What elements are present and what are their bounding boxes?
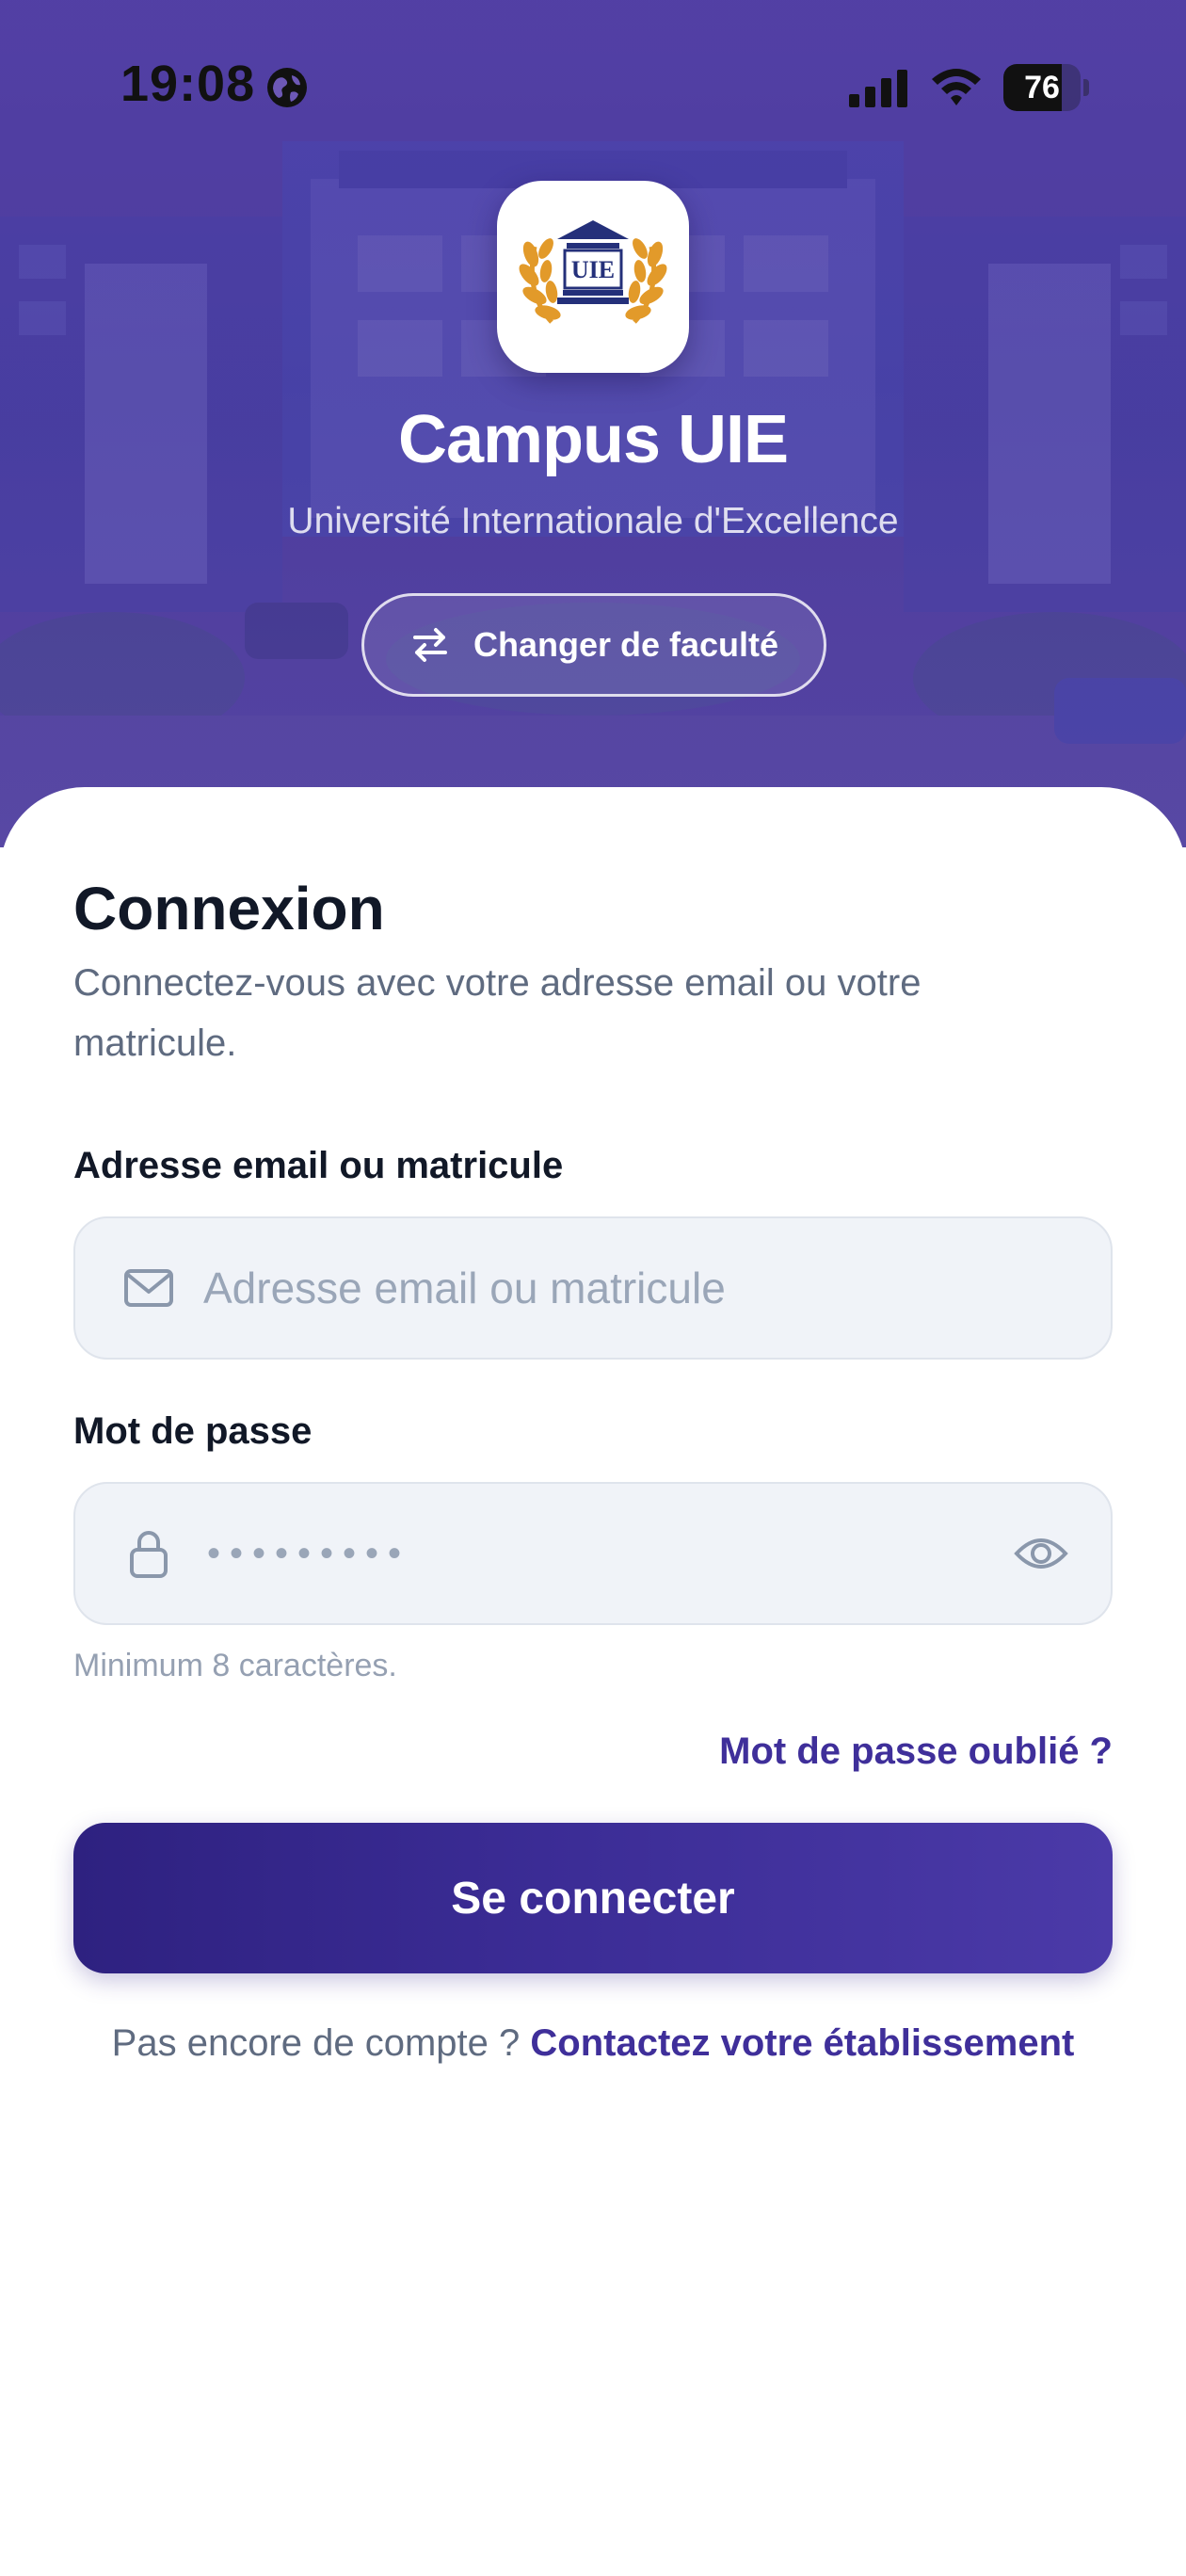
password-field[interactable]: ••••••••• [73, 1482, 1113, 1625]
wifi-icon [932, 69, 981, 105]
signup-line: Pas encore de compte ? Contactez votre é… [0, 2022, 1186, 2065]
app-logo: UIE [497, 181, 689, 373]
globe-icon [267, 68, 307, 107]
battery-icon: 76 [1003, 64, 1089, 111]
change-faculty-button[interactable]: Changer de faculté [361, 593, 826, 697]
battery-body: 76 [1003, 64, 1081, 111]
app-title: Campus UIE [397, 402, 789, 477]
status-bar: 19:08 76 [0, 0, 1186, 141]
login-button[interactable]: Se connecter [73, 1823, 1113, 1973]
eye-icon[interactable] [1013, 1529, 1069, 1578]
email-field[interactable] [73, 1216, 1113, 1360]
change-faculty-label: Changer de faculté [473, 625, 779, 664]
forgot-password-link[interactable]: Mot de passe oublié ? [719, 1731, 1113, 1773]
contact-institution-link[interactable]: Contactez votre établissement [530, 2022, 1074, 2064]
login-card: Connexion Connectez-vous avec votre adre… [0, 787, 1186, 2576]
hero-banner: 19:08 76 UIE Campus UIE Université Inter… [0, 0, 1186, 847]
login-description: Connectez-vous avec votre adresse email … [73, 962, 922, 1064]
login-title: Connexion [73, 875, 385, 942]
battery-percentage: 76 [1024, 70, 1060, 105]
svg-text:UIE: UIE [571, 256, 615, 283]
signal-icon [849, 70, 907, 107]
mail-icon [124, 1269, 173, 1307]
app-subtitle: Université Internationale d'Excellence [287, 501, 899, 541]
login-screen: 19:08 76 UIE Campus UIE Université Inter… [0, 0, 1186, 2576]
lock-icon [130, 1531, 168, 1578]
laurel-logo-icon: UIE [519, 220, 667, 324]
signup-prompt: Pas encore de compte ? [111, 2022, 531, 2064]
email-input[interactable] [203, 1218, 1073, 1358]
status-time: 19:08 [120, 56, 256, 112]
password-hint: Minimum 8 caractères. [73, 1648, 397, 1683]
battery-cap [1083, 79, 1089, 96]
swap-arrows-icon [412, 628, 447, 662]
password-input[interactable]: ••••••••• [207, 1484, 410, 1623]
password-label: Mot de passe [73, 1410, 313, 1452]
email-label: Adresse email ou matricule [73, 1145, 564, 1186]
